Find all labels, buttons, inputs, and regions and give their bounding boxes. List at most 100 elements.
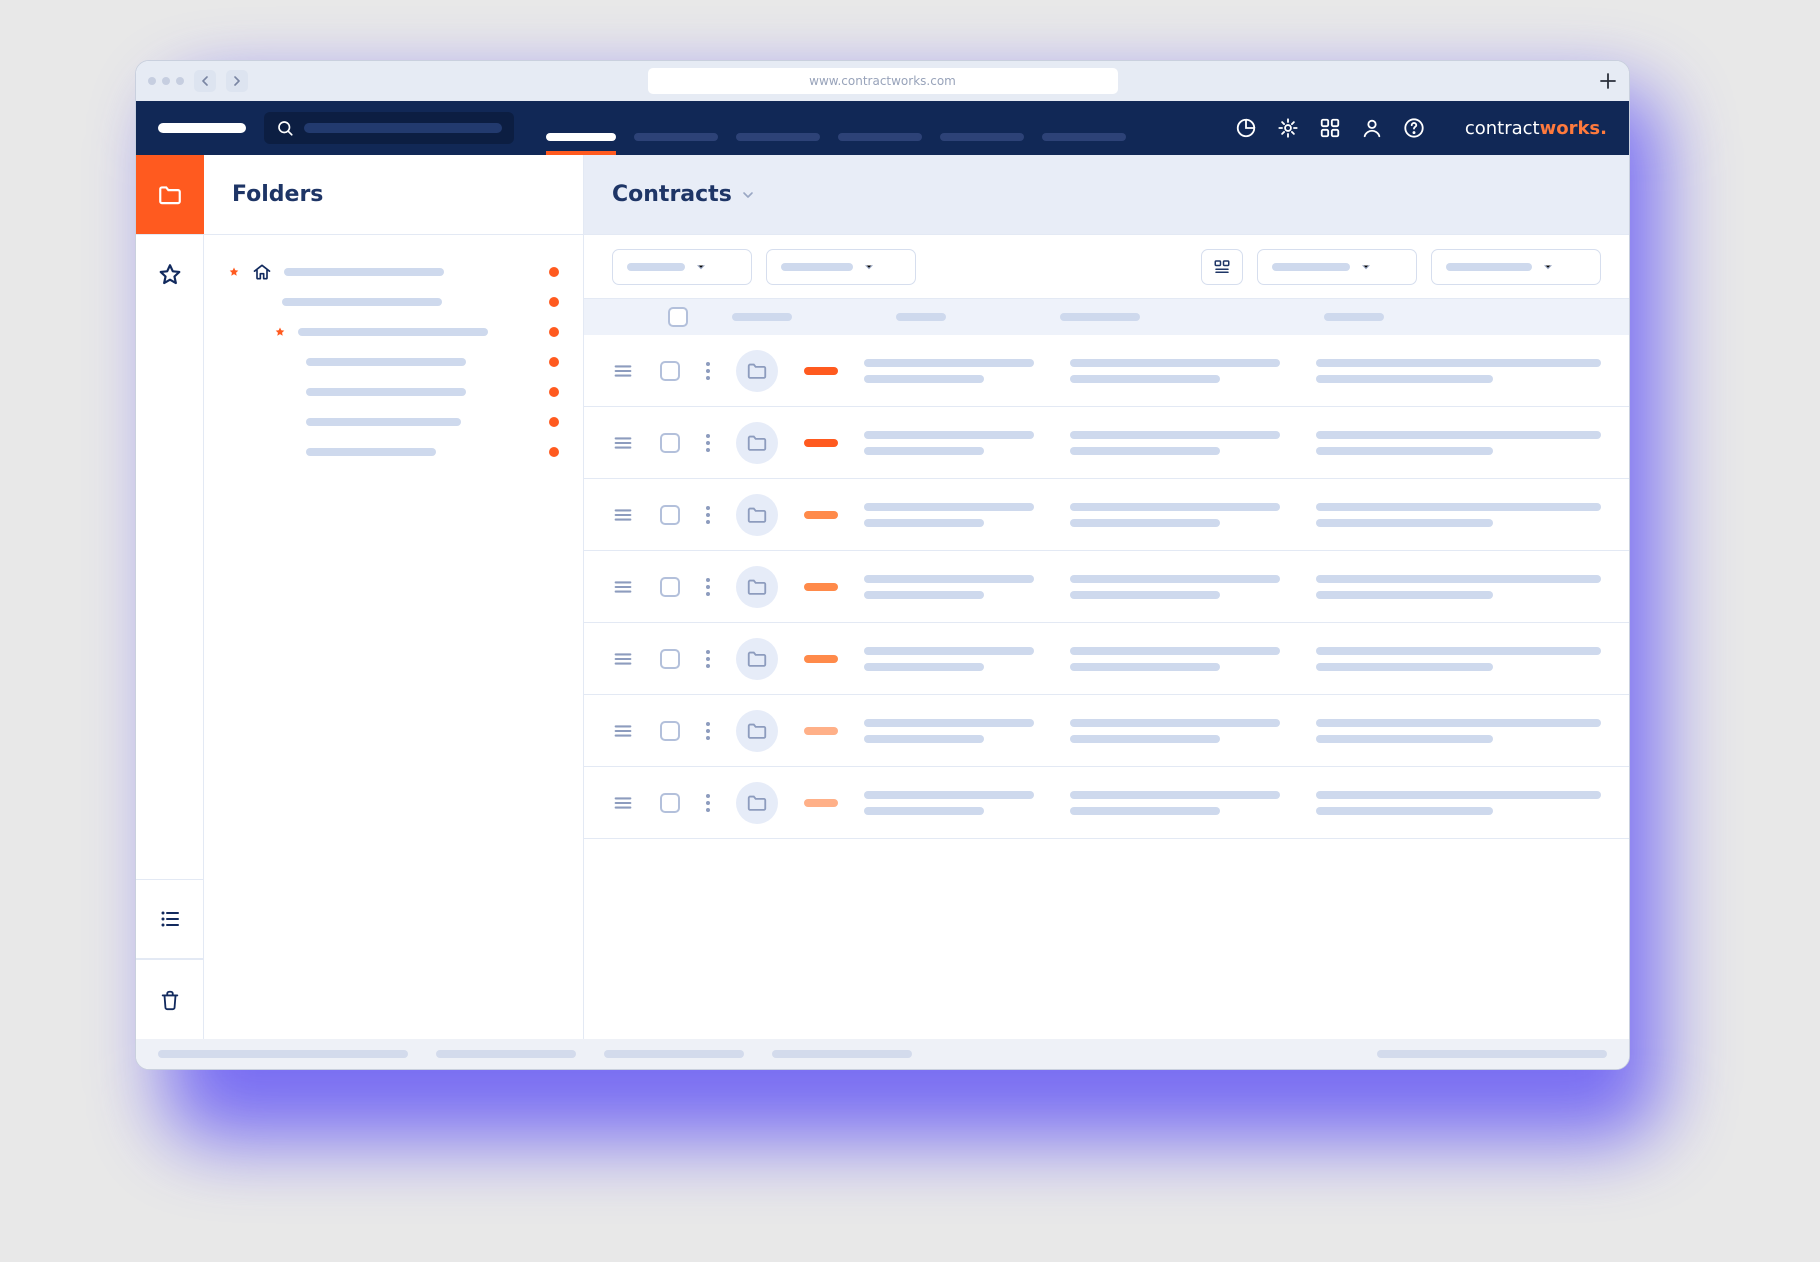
- action-dropdown[interactable]: [1431, 249, 1601, 285]
- layout-toggle[interactable]: [1201, 249, 1243, 285]
- chevron-down-icon: [732, 187, 756, 203]
- drag-handle-icon[interactable]: [612, 720, 634, 742]
- rail-list-button[interactable]: [136, 879, 204, 959]
- col-header[interactable]: [1060, 313, 1140, 321]
- row-more-menu[interactable]: [706, 578, 710, 596]
- global-search[interactable]: [264, 112, 514, 144]
- drag-handle-icon[interactable]: [612, 792, 634, 814]
- main-title[interactable]: Contracts: [584, 155, 1629, 235]
- cell-name: [864, 575, 1044, 599]
- row-checkbox[interactable]: [660, 793, 680, 813]
- topnav-tab-1[interactable]: [546, 101, 616, 155]
- gear-icon[interactable]: [1277, 117, 1299, 139]
- browser-chrome: www.contractworks.com: [136, 61, 1629, 101]
- row-checkbox[interactable]: [660, 433, 680, 453]
- tree-row-4[interactable]: [228, 347, 559, 377]
- row-checkbox[interactable]: [660, 577, 680, 597]
- table-row[interactable]: [584, 551, 1629, 623]
- tree-row-root[interactable]: [228, 257, 559, 287]
- cell-name: [864, 719, 1044, 743]
- sort-dropdown[interactable]: [1257, 249, 1417, 285]
- drag-handle-icon[interactable]: [612, 576, 634, 598]
- brand-part2: works: [1540, 118, 1601, 139]
- status-chip: [804, 439, 838, 447]
- tree-row-2[interactable]: [228, 287, 559, 317]
- nav-back-button[interactable]: [194, 70, 216, 92]
- drag-handle-icon[interactable]: [612, 432, 634, 454]
- rail-favorites-button[interactable]: [136, 235, 204, 315]
- drag-handle-icon[interactable]: [612, 648, 634, 670]
- star-icon: [274, 326, 286, 338]
- rail-trash-button[interactable]: [136, 959, 204, 1039]
- topnav-icons: contractworks.: [1235, 117, 1607, 139]
- table-row[interactable]: [584, 623, 1629, 695]
- drag-handle-icon[interactable]: [612, 504, 634, 526]
- col-header[interactable]: [896, 313, 946, 321]
- table-row[interactable]: [584, 335, 1629, 407]
- row-more-menu[interactable]: [706, 362, 710, 380]
- new-tab-button[interactable]: [1599, 72, 1617, 90]
- tree-row-7[interactable]: [228, 437, 559, 467]
- row-checkbox[interactable]: [660, 649, 680, 669]
- cell-description: [1316, 647, 1601, 671]
- row-more-menu[interactable]: [706, 434, 710, 452]
- toolbar: [584, 235, 1629, 299]
- nav-forward-button[interactable]: [226, 70, 248, 92]
- row-checkbox[interactable]: [660, 505, 680, 525]
- apps-icon[interactable]: [1319, 117, 1341, 139]
- cell-description: [1316, 719, 1601, 743]
- table-row[interactable]: [584, 407, 1629, 479]
- row-more-menu[interactable]: [706, 506, 710, 524]
- row-more-menu[interactable]: [706, 794, 710, 812]
- row-more-menu[interactable]: [706, 650, 710, 668]
- cell-name: [864, 503, 1044, 527]
- cell-meta: [1070, 359, 1290, 383]
- user-icon[interactable]: [1361, 117, 1383, 139]
- search-input[interactable]: [304, 123, 502, 133]
- row-checkbox[interactable]: [660, 361, 680, 381]
- tree-row-6[interactable]: [228, 407, 559, 437]
- status-item: [1377, 1050, 1607, 1058]
- status-chip: [804, 799, 838, 807]
- folder-icon: [736, 422, 778, 464]
- url-bar[interactable]: www.contractworks.com: [648, 68, 1118, 94]
- topnav-tab-6[interactable]: [1042, 101, 1126, 155]
- folder-icon: [736, 782, 778, 824]
- col-header[interactable]: [732, 313, 792, 321]
- notify-dot: [549, 267, 559, 277]
- cell-name: [864, 647, 1044, 671]
- table-row[interactable]: [584, 479, 1629, 551]
- select-all-checkbox[interactable]: [668, 307, 688, 327]
- sidebar: Folders: [204, 155, 584, 1039]
- status-chip: [804, 583, 838, 591]
- cell-name: [864, 359, 1044, 383]
- topnav-tab-4[interactable]: [838, 101, 922, 155]
- filter-dropdown-2[interactable]: [766, 249, 916, 285]
- traffic-lights: [148, 77, 184, 85]
- tree-row-5[interactable]: [228, 377, 559, 407]
- table-row[interactable]: [584, 695, 1629, 767]
- status-item: [772, 1050, 912, 1058]
- folder-icon: [736, 638, 778, 680]
- col-header[interactable]: [1324, 313, 1384, 321]
- help-icon[interactable]: [1403, 117, 1425, 139]
- table-row[interactable]: [584, 767, 1629, 839]
- pie-chart-icon[interactable]: [1235, 117, 1257, 139]
- app-logo[interactable]: [158, 123, 246, 133]
- cell-meta: [1070, 503, 1290, 527]
- rail-folders-button[interactable]: [136, 155, 204, 235]
- row-checkbox[interactable]: [660, 721, 680, 741]
- topnav-tab-3[interactable]: [736, 101, 820, 155]
- topnav-tab-2[interactable]: [634, 101, 718, 155]
- sidebar-title: Folders: [204, 155, 583, 235]
- cell-description: [1316, 791, 1601, 815]
- topnav-tab-5[interactable]: [940, 101, 1024, 155]
- status-item: [604, 1050, 744, 1058]
- row-more-menu[interactable]: [706, 722, 710, 740]
- drag-handle-icon[interactable]: [612, 360, 634, 382]
- status-item: [436, 1050, 576, 1058]
- status-chip: [804, 727, 838, 735]
- tree-row-3[interactable]: [228, 317, 559, 347]
- filter-dropdown-1[interactable]: [612, 249, 752, 285]
- cell-description: [1316, 575, 1601, 599]
